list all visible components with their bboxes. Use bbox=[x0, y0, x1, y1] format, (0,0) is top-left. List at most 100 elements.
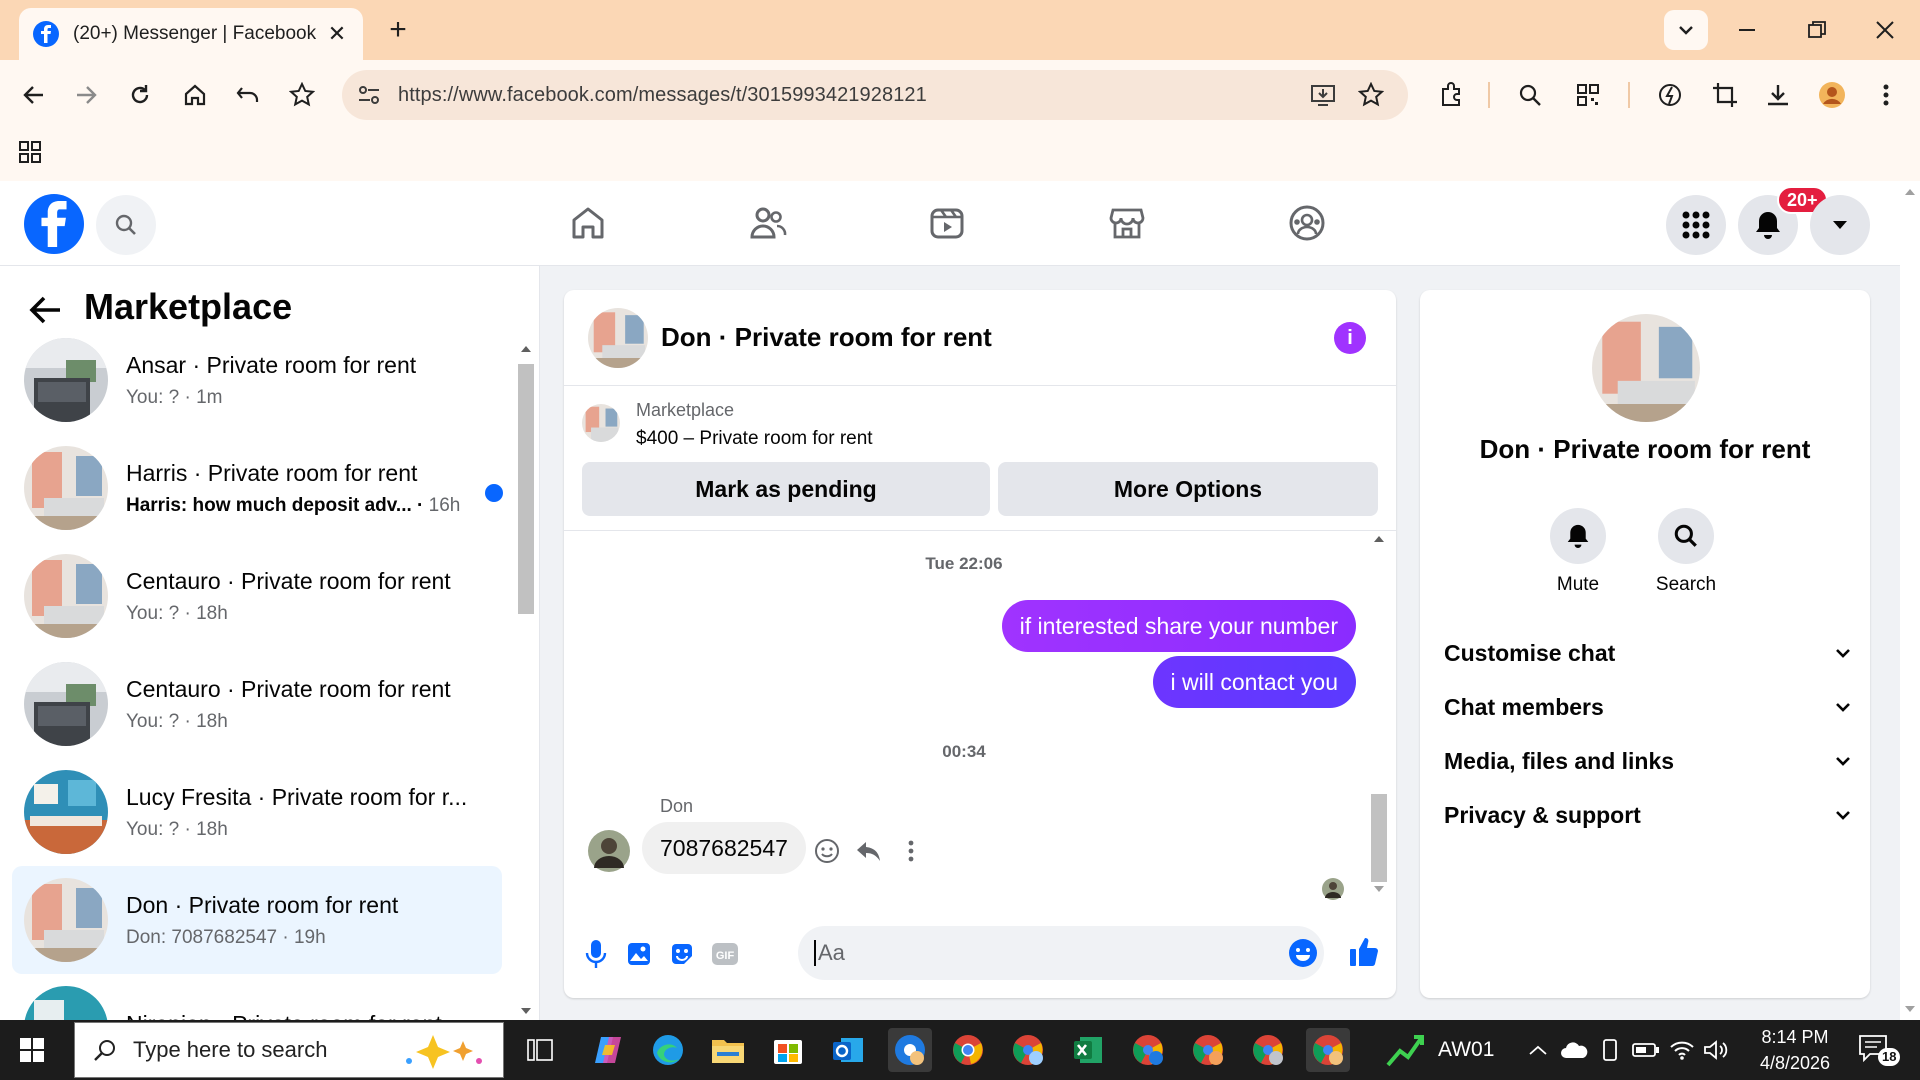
browser-menu-icon[interactable] bbox=[1866, 75, 1906, 115]
microsoft-store-icon[interactable] bbox=[766, 1028, 810, 1072]
close-window-icon[interactable] bbox=[1858, 10, 1912, 50]
qr-code-icon[interactable] bbox=[1568, 75, 1608, 115]
conversation-item[interactable]: Niranjan · Private room for rent bbox=[12, 974, 502, 1020]
scroll-up-icon[interactable] bbox=[516, 342, 536, 356]
forward-icon[interactable] bbox=[66, 75, 106, 115]
scroll-down-icon[interactable] bbox=[1900, 1002, 1920, 1016]
groups-nav-icon[interactable] bbox=[1287, 203, 1327, 243]
chrome-profile-icon[interactable] bbox=[1186, 1028, 1230, 1072]
file-explorer-icon[interactable] bbox=[706, 1028, 750, 1072]
chrome-profile-icon[interactable] bbox=[888, 1028, 932, 1072]
task-view-icon[interactable] bbox=[518, 1028, 562, 1072]
apps-grid-icon[interactable] bbox=[18, 140, 42, 164]
scroll-thumb[interactable] bbox=[518, 364, 534, 614]
page-scrollbar[interactable] bbox=[1900, 181, 1920, 1020]
wifi-icon[interactable] bbox=[1668, 1036, 1696, 1064]
outlook-icon[interactable] bbox=[826, 1028, 870, 1072]
react-emoji-icon[interactable] bbox=[812, 836, 842, 866]
message-input[interactable] bbox=[814, 940, 1254, 966]
aw01-app[interactable]: AW01 bbox=[1386, 1028, 1516, 1072]
chrome-profile-icon[interactable] bbox=[1126, 1028, 1170, 1072]
mark-as-pending-button[interactable]: Mark as pending bbox=[582, 462, 990, 516]
mute-button[interactable]: Mute bbox=[1538, 508, 1618, 596]
facebook-logo-icon[interactable] bbox=[24, 194, 84, 254]
site-settings-icon[interactable] bbox=[356, 82, 382, 108]
excel-icon[interactable] bbox=[1066, 1028, 1110, 1072]
outgoing-message[interactable]: i will contact you bbox=[1152, 656, 1356, 708]
chrome-profile-icon[interactable] bbox=[1246, 1028, 1290, 1072]
phone-link-icon[interactable] bbox=[1596, 1036, 1624, 1064]
tab-messenger[interactable]: (20+) Messenger | Facebook ✕ bbox=[19, 8, 363, 60]
info-icon[interactable]: i bbox=[1334, 322, 1366, 354]
chat-title[interactable]: Don · Private room for rent bbox=[661, 322, 992, 353]
photo-icon[interactable] bbox=[621, 936, 657, 972]
more-options-button[interactable]: More Options bbox=[998, 462, 1378, 516]
performance-icon[interactable] bbox=[1650, 75, 1690, 115]
chrome-profile-icon-active[interactable] bbox=[1306, 1028, 1350, 1072]
downloads-icon[interactable] bbox=[1758, 75, 1798, 115]
battery-icon[interactable] bbox=[1632, 1036, 1660, 1064]
bookmark-page-icon[interactable] bbox=[1358, 82, 1384, 108]
search-chat-button[interactable]: Search bbox=[1646, 508, 1726, 596]
bookmark-star-icon[interactable] bbox=[282, 75, 322, 115]
chrome-icon[interactable] bbox=[946, 1028, 990, 1072]
address-bar[interactable]: https://www.facebook.com/messages/t/3015… bbox=[342, 70, 1408, 120]
conversation-item-active[interactable]: Don · Private room for rent Don: 7087682… bbox=[12, 866, 502, 974]
contact-avatar-large[interactable] bbox=[1592, 314, 1700, 422]
taskbar-search[interactable]: Type here to search bbox=[74, 1022, 504, 1078]
home-nav-icon[interactable] bbox=[568, 203, 608, 243]
volume-icon[interactable] bbox=[1702, 1036, 1730, 1064]
edge-browser-icon[interactable] bbox=[646, 1028, 690, 1072]
scroll-up-icon[interactable] bbox=[1369, 532, 1389, 546]
message-composer[interactable] bbox=[798, 926, 1324, 980]
copilot-icon[interactable] bbox=[586, 1028, 630, 1072]
home-icon[interactable] bbox=[175, 75, 215, 115]
minimize-icon[interactable] bbox=[1720, 10, 1774, 50]
extensions-icon[interactable] bbox=[1432, 75, 1472, 115]
tab-close-icon[interactable]: ✕ bbox=[325, 21, 349, 47]
video-nav-icon[interactable] bbox=[927, 203, 967, 243]
back-arrow-icon[interactable] bbox=[28, 292, 64, 328]
reload-icon[interactable] bbox=[120, 75, 160, 115]
conversation-item[interactable]: Ansar · Private room for rent You: ? · 1… bbox=[12, 326, 502, 434]
thumbs-up-icon[interactable] bbox=[1346, 934, 1382, 970]
marketplace-nav-icon[interactable] bbox=[1107, 203, 1147, 243]
media-files-links-section[interactable]: Media, files and links bbox=[1444, 736, 1850, 786]
profile-avatar-icon[interactable] bbox=[1812, 75, 1852, 115]
incoming-message[interactable]: 7087682547 bbox=[642, 822, 806, 874]
gif-icon[interactable]: GIF bbox=[707, 936, 743, 972]
conversation-list-scrollbar[interactable] bbox=[516, 342, 536, 1018]
chat-scrollbar[interactable] bbox=[1369, 532, 1389, 896]
windows-start-icon[interactable] bbox=[20, 1038, 44, 1062]
emoji-picker-icon[interactable] bbox=[1288, 938, 1318, 968]
scroll-down-icon[interactable] bbox=[1369, 882, 1389, 896]
sticker-icon[interactable] bbox=[664, 936, 700, 972]
conversation-item[interactable]: Centauro · Private room for rent You: ? … bbox=[12, 650, 502, 758]
contact-avatar[interactable] bbox=[588, 307, 648, 368]
scroll-down-icon[interactable] bbox=[516, 1004, 536, 1018]
new-tab-icon[interactable]: + bbox=[380, 12, 416, 48]
notification-center-icon[interactable]: 18 bbox=[1858, 1034, 1901, 1068]
outgoing-message[interactable]: if interested share your number bbox=[1001, 600, 1356, 652]
sender-avatar[interactable] bbox=[588, 830, 630, 872]
conversation-item[interactable]: Centauro · Private room for rent You: ? … bbox=[12, 542, 502, 650]
taskbar-clock[interactable]: 8:14 PM 4/8/2026 bbox=[1740, 1024, 1850, 1076]
reply-icon[interactable] bbox=[854, 836, 884, 866]
show-hidden-icons-icon[interactable] bbox=[1524, 1036, 1552, 1064]
onedrive-icon[interactable] bbox=[1560, 1036, 1588, 1064]
privacy-support-section[interactable]: Privacy & support bbox=[1444, 790, 1850, 840]
tab-search-icon[interactable] bbox=[1664, 10, 1708, 50]
conversation-item[interactable]: Lucy Fresita · Private room for r... You… bbox=[12, 758, 502, 866]
conversation-item[interactable]: Harris · Private room for rent Harris: h… bbox=[12, 434, 503, 542]
chat-members-section[interactable]: Chat members bbox=[1444, 682, 1850, 732]
back-icon[interactable] bbox=[14, 75, 54, 115]
account-menu-icon[interactable] bbox=[1810, 195, 1870, 255]
friends-nav-icon[interactable] bbox=[748, 203, 788, 243]
customise-chat-section[interactable]: Customise chat bbox=[1444, 628, 1850, 678]
facebook-search-icon[interactable] bbox=[96, 195, 156, 255]
zoom-icon[interactable] bbox=[1510, 75, 1550, 115]
crop-screenshot-icon[interactable] bbox=[1705, 75, 1745, 115]
undo-icon[interactable] bbox=[228, 75, 268, 115]
microphone-icon[interactable] bbox=[578, 936, 614, 972]
chrome-profile-icon[interactable] bbox=[1006, 1028, 1050, 1072]
